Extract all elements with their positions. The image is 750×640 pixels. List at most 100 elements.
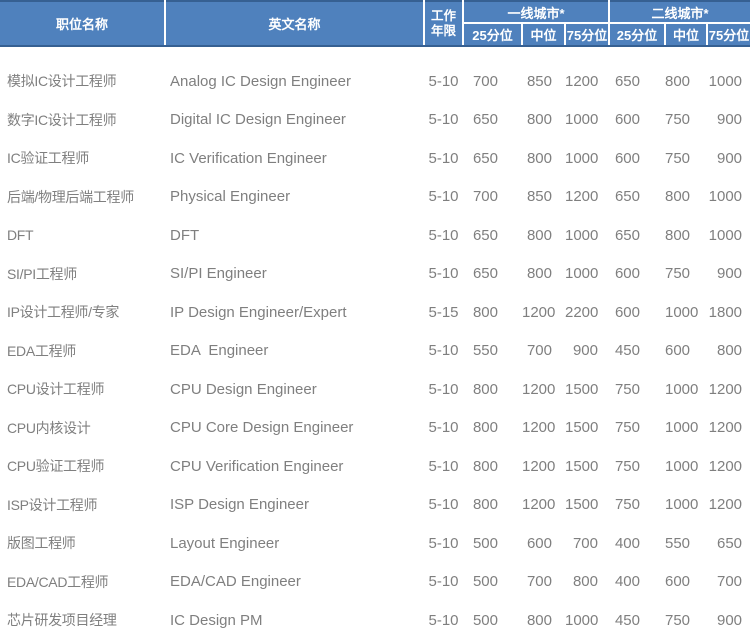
tier1-median-cell: 850 bbox=[522, 46, 565, 101]
tier2-p25-cell: 650 bbox=[609, 46, 665, 101]
salary-table-page: 职位名称 英文名称 工作年限 一线城市* 二线城市* 25分位 中位 75分位 … bbox=[0, 0, 750, 640]
col-group-tier2-cities: 二线城市* bbox=[609, 1, 750, 23]
tier2-p75-cell: 1200 bbox=[707, 486, 750, 525]
tier2-p25-cell: 400 bbox=[609, 524, 665, 563]
work-years-cell: 5-10 bbox=[424, 563, 463, 602]
work-years-cell: 5-10 bbox=[424, 601, 463, 640]
tier1-p75-cell: 1000 bbox=[565, 101, 609, 140]
table-row: IP设计工程师/专家 IP Design Engineer/Expert 5-1… bbox=[0, 293, 750, 332]
tier1-p25-cell: 650 bbox=[463, 255, 522, 294]
english-name-cell: IC Verification Engineer bbox=[165, 139, 424, 178]
col-header-position: 职位名称 bbox=[0, 1, 165, 46]
work-years-cell: 5-10 bbox=[424, 332, 463, 371]
tier2-p75-cell: 900 bbox=[707, 255, 750, 294]
work-years-cell: 5-10 bbox=[424, 101, 463, 140]
col-header-tier2-p25: 25分位 bbox=[609, 23, 665, 46]
tier1-p75-cell: 700 bbox=[565, 524, 609, 563]
tier1-p75-cell: 1000 bbox=[565, 139, 609, 178]
tier1-p75-cell: 2200 bbox=[565, 293, 609, 332]
tier2-p25-cell: 750 bbox=[609, 447, 665, 486]
tier2-median-cell: 750 bbox=[665, 601, 707, 640]
tier1-median-cell: 1200 bbox=[522, 409, 565, 448]
english-name-cell: Layout Engineer bbox=[165, 524, 424, 563]
col-header-tier1-median: 中位 bbox=[522, 23, 565, 46]
table-row: CPU设计工程师 CPU Design Engineer 5-10 800 12… bbox=[0, 370, 750, 409]
table-row: 模拟IC设计工程师 Analog IC Design Engineer 5-10… bbox=[0, 46, 750, 101]
english-name-cell: CPU Verification Engineer bbox=[165, 447, 424, 486]
tier2-p25-cell: 750 bbox=[609, 370, 665, 409]
tier2-p75-cell: 900 bbox=[707, 101, 750, 140]
table-row: ISP设计工程师 ISP Design Engineer 5-10 800 12… bbox=[0, 486, 750, 525]
table-row: SI/PI工程师 SI/PI Engineer 5-10 650 800 100… bbox=[0, 255, 750, 294]
tier2-median-cell: 800 bbox=[665, 216, 707, 255]
header-row-groups: 职位名称 英文名称 工作年限 一线城市* 二线城市* bbox=[0, 1, 750, 23]
tier2-median-cell: 750 bbox=[665, 101, 707, 140]
tier2-p25-cell: 600 bbox=[609, 101, 665, 140]
tier1-p25-cell: 800 bbox=[463, 370, 522, 409]
tier1-p25-cell: 650 bbox=[463, 139, 522, 178]
tier2-p25-cell: 650 bbox=[609, 216, 665, 255]
table-row: CPU内核设计 CPU Core Design Engineer 5-10 80… bbox=[0, 409, 750, 448]
english-name-cell: IP Design Engineer/Expert bbox=[165, 293, 424, 332]
col-header-english: 英文名称 bbox=[165, 1, 424, 46]
tier1-median-cell: 600 bbox=[522, 524, 565, 563]
position-name-cell: 芯片研发项目经理 bbox=[0, 601, 165, 640]
english-name-cell: Digital IC Design Engineer bbox=[165, 101, 424, 140]
tier2-p75-cell: 1200 bbox=[707, 447, 750, 486]
position-name-cell: 模拟IC设计工程师 bbox=[0, 46, 165, 101]
tier2-p25-cell: 600 bbox=[609, 255, 665, 294]
tier1-median-cell: 1200 bbox=[522, 486, 565, 525]
col-header-tier2-p75: 75分位 bbox=[707, 23, 750, 46]
tier1-p25-cell: 800 bbox=[463, 447, 522, 486]
table-row: 后端/物理后端工程师 Physical Engineer 5-10 700 85… bbox=[0, 178, 750, 217]
tier2-p25-cell: 450 bbox=[609, 332, 665, 371]
work-years-cell: 5-10 bbox=[424, 255, 463, 294]
position-name-cell: 数字IC设计工程师 bbox=[0, 101, 165, 140]
tier2-p25-cell: 650 bbox=[609, 178, 665, 217]
tier2-median-cell: 600 bbox=[665, 563, 707, 602]
tier2-median-cell: 1000 bbox=[665, 293, 707, 332]
ic-salary-table: 职位名称 英文名称 工作年限 一线城市* 二线城市* 25分位 中位 75分位 … bbox=[0, 0, 750, 640]
tier1-median-cell: 700 bbox=[522, 563, 565, 602]
table-row: EDA/CAD工程师 EDA/CAD Engineer 5-10 500 700… bbox=[0, 563, 750, 602]
tier2-median-cell: 1000 bbox=[665, 447, 707, 486]
work-years-cell: 5-10 bbox=[424, 447, 463, 486]
tier2-median-cell: 750 bbox=[665, 139, 707, 178]
tier2-median-cell: 1000 bbox=[665, 486, 707, 525]
position-name-cell: IC验证工程师 bbox=[0, 139, 165, 178]
tier2-p75-cell: 1800 bbox=[707, 293, 750, 332]
position-name-cell: ISP设计工程师 bbox=[0, 486, 165, 525]
english-name-cell: ISP Design Engineer bbox=[165, 486, 424, 525]
position-name-cell: CPU设计工程师 bbox=[0, 370, 165, 409]
work-years-cell: 5-10 bbox=[424, 524, 463, 563]
tier2-p75-cell: 900 bbox=[707, 601, 750, 640]
tier1-p25-cell: 800 bbox=[463, 293, 522, 332]
tier1-p75-cell: 1500 bbox=[565, 370, 609, 409]
tier1-median-cell: 1200 bbox=[522, 370, 565, 409]
english-name-cell: CPU Core Design Engineer bbox=[165, 409, 424, 448]
english-name-cell: DFT bbox=[165, 216, 424, 255]
tier2-median-cell: 800 bbox=[665, 46, 707, 101]
tier1-p25-cell: 700 bbox=[463, 178, 522, 217]
english-name-cell: Physical Engineer bbox=[165, 178, 424, 217]
tier2-p25-cell: 600 bbox=[609, 293, 665, 332]
english-name-cell: EDA Engineer bbox=[165, 332, 424, 371]
tier1-p75-cell: 1500 bbox=[565, 447, 609, 486]
tier1-median-cell: 800 bbox=[522, 216, 565, 255]
tier1-median-cell: 1200 bbox=[522, 293, 565, 332]
tier2-median-cell: 1000 bbox=[665, 409, 707, 448]
tier1-median-cell: 800 bbox=[522, 139, 565, 178]
position-name-cell: CPU内核设计 bbox=[0, 409, 165, 448]
tier2-p75-cell: 1000 bbox=[707, 46, 750, 101]
tier2-p75-cell: 800 bbox=[707, 332, 750, 371]
tier2-median-cell: 550 bbox=[665, 524, 707, 563]
tier2-p75-cell: 650 bbox=[707, 524, 750, 563]
tier2-median-cell: 750 bbox=[665, 255, 707, 294]
tier2-p75-cell: 1200 bbox=[707, 370, 750, 409]
tier1-p75-cell: 1200 bbox=[565, 46, 609, 101]
english-name-cell: SI/PI Engineer bbox=[165, 255, 424, 294]
tier2-p25-cell: 750 bbox=[609, 486, 665, 525]
tier1-p75-cell: 1000 bbox=[565, 216, 609, 255]
tier2-p75-cell: 1000 bbox=[707, 216, 750, 255]
col-header-tier2-median: 中位 bbox=[665, 23, 707, 46]
